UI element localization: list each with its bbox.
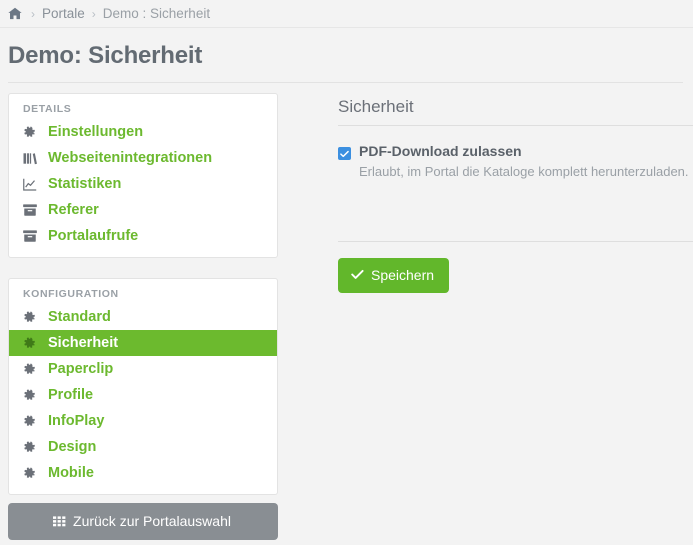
back-to-portal-selection-button[interactable]: Zurück zur Portalauswahl	[8, 503, 278, 540]
sidebar-item-infoplay[interactable]: InfoPlay	[9, 408, 277, 434]
sidebar-item-label: Webseitenintegrationen	[48, 150, 213, 166]
check-icon	[340, 150, 349, 157]
content-divider	[338, 125, 693, 126]
sidebar-item-label: Mobile	[48, 465, 94, 481]
pdf-download-checkbox-row: PDF-Download zulassen	[338, 143, 693, 160]
sidebar-item-portalaufrufe[interactable]: Portalaufrufe	[9, 223, 277, 249]
breadcrumb-separator-2: ›	[91, 6, 96, 21]
sidebar-item-label: Referer	[48, 202, 99, 218]
sidebar-item-label: Paperclip	[48, 361, 114, 377]
archive-icon	[23, 230, 41, 242]
breadcrumb-current: Demo : Sicherheit	[102, 6, 211, 21]
sidebar-item-label: Design	[48, 439, 97, 455]
form-divider	[338, 240, 693, 242]
archive-icon	[23, 204, 41, 216]
sidebar-item-statistiken[interactable]: Statistiken	[9, 171, 277, 197]
gear-icon	[23, 362, 41, 376]
page-title-section: Demo: Sicherheit	[0, 28, 693, 83]
pdf-download-label: PDF-Download zulassen	[359, 143, 522, 159]
gear-icon	[23, 336, 41, 350]
sidebar-item-referer[interactable]: Referer	[9, 197, 277, 223]
gear-icon	[23, 125, 41, 139]
sidebar-item-profile[interactable]: Profile	[9, 382, 277, 408]
sidebar-heading-konfiguration: KONFIGURATION	[23, 288, 119, 300]
sidebar-card-konfiguration: KONFIGURATION Standard Sicherheit Paperc…	[8, 278, 278, 495]
breadcrumb: › Portale › Demo : Sicherheit	[0, 0, 693, 28]
line-chart-icon	[23, 178, 41, 191]
sidebar-heading-details: DETAILS	[23, 103, 72, 115]
gear-icon	[23, 388, 41, 402]
sidebar-item-label: Sicherheit	[48, 335, 119, 351]
sidebar-card-details: DETAILS Einstellungen Webseitenintegrati…	[8, 93, 278, 258]
bottom-button-area: Zurück zur Portalauswahl	[0, 503, 693, 540]
breadcrumb-separator-1: ›	[31, 6, 35, 21]
pdf-download-checkbox[interactable]	[338, 147, 351, 160]
gear-icon	[23, 414, 41, 428]
check-icon	[351, 269, 364, 280]
sidebar-item-label: Standard	[48, 309, 111, 325]
page-title: Demo: Sicherheit	[8, 42, 203, 69]
page-layout: DETAILS Einstellungen Webseitenintegrati…	[0, 83, 693, 515]
sidebar-item-design[interactable]: Design	[9, 434, 277, 460]
books-icon	[23, 152, 41, 165]
content-title: Sicherheit	[338, 97, 414, 116]
sidebar-item-label: InfoPlay	[48, 413, 105, 429]
sidebar-item-label: Statistiken	[48, 176, 122, 192]
sidebar-item-label: Einstellungen	[48, 124, 144, 140]
save-button-label: Speichern	[371, 266, 435, 283]
gear-icon	[23, 310, 41, 324]
sidebar-item-webseitenintegrationen[interactable]: Webseitenintegrationen	[9, 145, 277, 171]
gear-icon	[23, 466, 41, 480]
home-icon[interactable]	[8, 7, 22, 20]
save-button[interactable]: Speichern	[338, 257, 450, 293]
sidebar-item-mobile[interactable]: Mobile	[9, 460, 277, 486]
breadcrumb-link-portale[interactable]: Portale	[42, 6, 85, 21]
sidebar-item-einstellungen[interactable]: Einstellungen	[9, 119, 277, 145]
gear-icon	[23, 440, 41, 454]
sidebar-item-paperclip[interactable]: Paperclip	[9, 356, 277, 382]
grid-icon	[53, 515, 66, 527]
sidebar-item-label: Portalaufrufe	[48, 228, 139, 244]
sidebar: DETAILS Einstellungen Webseitenintegrati…	[8, 93, 278, 515]
back-button-label: Zurück zur Portalauswahl	[73, 513, 231, 529]
main-content: Sicherheit PDF-Download zulassen Erlaubt…	[338, 93, 693, 293]
pdf-download-help-text: Erlaubt, im Portal die Kataloge komplett…	[359, 164, 689, 179]
sidebar-item-label: Profile	[48, 387, 94, 403]
sidebar-item-sicherheit[interactable]: Sicherheit	[9, 330, 277, 356]
sidebar-item-standard[interactable]: Standard	[9, 304, 277, 330]
